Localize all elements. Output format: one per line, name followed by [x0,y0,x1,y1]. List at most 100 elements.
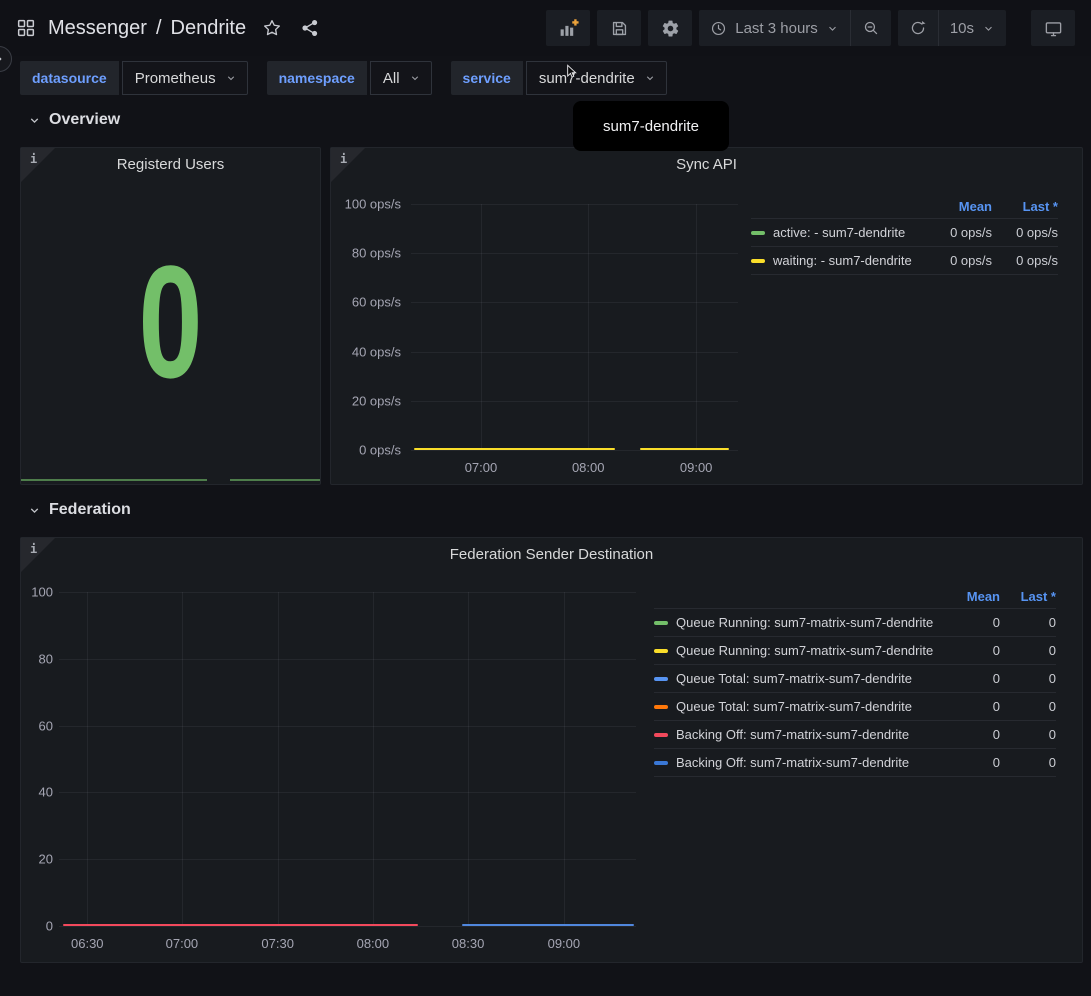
breadcrumb-dashboard[interactable]: Dendrite [171,17,247,40]
variable-namespace-label: namespace [267,61,367,95]
gridline [411,352,738,353]
time-picker-group: Last 3 hours [699,10,891,46]
legend-row[interactable]: Queue Total: sum7-matrix-sum7-dendrite 0… [654,664,1056,692]
legend-column-mean[interactable]: Mean [920,199,992,214]
gridline [468,592,469,926]
x-tick-label: 08:00 [572,460,605,475]
variable-datasource-label: datasource [20,61,119,95]
series-line-queue-total [462,924,634,926]
apps-menu-icon[interactable] [16,18,36,38]
series-label[interactable]: active: - sum7-dendrite [773,225,920,240]
gridline [411,204,738,205]
save-dashboard-button[interactable] [597,10,641,46]
variable-service-label: service [451,61,523,95]
series-label[interactable]: Queue Total: sum7-matrix-sum7-dendrite [676,671,940,686]
time-range-picker[interactable]: Last 3 hours [699,10,850,46]
section-header-overview[interactable]: Overview [28,111,120,129]
variable-datasource-dropdown[interactable]: Prometheus [122,61,248,95]
series-label[interactable]: Queue Running: sum7-matrix-sum7-dendrite [676,643,940,658]
time-range-label: Last 3 hours [735,20,818,37]
series-line-backing-off [63,924,418,926]
legend-row[interactable]: Queue Total: sum7-matrix-sum7-dendrite 0… [654,692,1056,720]
clock-icon [710,20,727,37]
sparkline-segment [230,479,320,481]
dashboard-settings-button[interactable] [648,10,692,46]
series-last-value: 0 ops/s [992,253,1058,268]
series-label[interactable]: Queue Running: sum7-matrix-sum7-dendrite [676,615,940,630]
legend-row[interactable]: Backing Off: sum7-matrix-sum7-dendrite 0… [654,720,1056,748]
section-title-overview: Overview [49,111,120,129]
expand-menu-chevron-icon [0,53,5,65]
series-last-value: 0 [1000,727,1056,742]
section-header-federation[interactable]: Federation [28,501,131,519]
legend-row[interactable]: Backing Off: sum7-matrix-sum7-dendrite 0… [654,748,1056,777]
legend-column-mean[interactable]: Mean [940,589,1000,604]
legend-column-last[interactable]: Last * [1000,589,1056,604]
refresh-interval-picker[interactable]: 10s [939,10,1006,46]
refresh-button[interactable] [898,10,938,46]
series-label[interactable]: waiting: - sum7-dendrite [773,253,920,268]
gridline [278,592,279,926]
series-color-swatch [751,259,765,263]
legend-row[interactable]: Queue Running: sum7-matrix-sum7-dendrite… [654,608,1056,636]
legend-row[interactable]: active: - sum7-dendrite 0 ops/s 0 ops/s [751,218,1058,246]
add-panel-icon [558,18,579,39]
series-color-swatch [654,621,668,625]
sparkline-segment [21,479,207,481]
header-left: Messenger / Dendrite [16,17,320,40]
series-label[interactable]: Backing Off: sum7-matrix-sum7-dendrite [676,755,940,770]
refresh-interval-label: 10s [950,20,974,37]
gridline [411,253,738,254]
gridline [481,204,482,450]
variable-service-value: sum7-dendrite [539,70,635,87]
gridline [588,204,589,450]
gridline [182,592,183,926]
dropdown-caret-icon [225,72,237,84]
gridline [59,859,636,860]
federation-legend: Mean Last * Queue Running: sum7-matrix-s… [654,584,1056,777]
kiosk-mode-button[interactable] [1031,10,1075,46]
federation-plot [59,592,636,926]
panel-title[interactable]: Registerd Users [21,156,320,173]
series-color-swatch [654,677,668,681]
series-mean-value: 0 [940,671,1000,686]
series-mean-value: 0 [940,615,1000,630]
legend-column-last[interactable]: Last * [992,199,1058,214]
section-chevron-icon [28,114,41,127]
share-icon[interactable] [300,18,320,38]
y-tick-label: 20 [39,852,53,867]
x-tick-label: 06:30 [71,936,104,951]
legend-row[interactable]: waiting: - sum7-dendrite 0 ops/s 0 ops/s [751,246,1058,275]
series-label[interactable]: Queue Total: sum7-matrix-sum7-dendrite [676,699,940,714]
add-panel-button[interactable] [546,10,590,46]
header-toolbar: Last 3 hours [546,10,1075,46]
x-tick-label: 07:00 [166,936,199,951]
series-color-swatch [654,733,668,737]
caret-down-icon [826,22,839,35]
refresh-group: 10s [898,10,1006,46]
y-axis-labels: 100 ops/s80 ops/s60 ops/s40 ops/s20 ops/… [331,204,401,450]
panel-title[interactable]: Sync API [331,156,1082,173]
zoom-out-button[interactable] [851,10,891,46]
series-mean-value: 0 [940,643,1000,658]
legend-row[interactable]: Queue Running: sum7-matrix-sum7-dendrite… [654,636,1056,664]
y-tick-label: 40 ops/s [352,344,401,359]
y-tick-label: 80 [39,651,53,666]
variable-service-dropdown[interactable]: sum7-dendrite [526,61,667,95]
zoom-out-icon [862,19,880,37]
star-icon[interactable] [262,18,282,38]
legend-header: Mean Last * [751,194,1058,218]
variable-namespace-dropdown[interactable]: All [370,61,432,95]
panel-title[interactable]: Federation Sender Destination [21,546,1082,563]
breadcrumb-folder[interactable]: Messenger [48,17,147,40]
y-tick-label: 60 ops/s [352,295,401,310]
panel-federation-sender-destination: i Federation Sender Destination 10080604… [20,537,1083,963]
breadcrumb: Messenger / Dendrite [48,17,246,40]
series-label[interactable]: Backing Off: sum7-matrix-sum7-dendrite [676,727,940,742]
gridline [59,659,636,660]
legend-header: Mean Last * [654,584,1056,608]
series-color-swatch [751,231,765,235]
x-axis-labels: 06:3007:0007:3008:0008:3009:00 [59,936,636,954]
series-last-value: 0 [1000,699,1056,714]
grafana-dashboard: Messenger / Dendrite [0,0,1091,996]
